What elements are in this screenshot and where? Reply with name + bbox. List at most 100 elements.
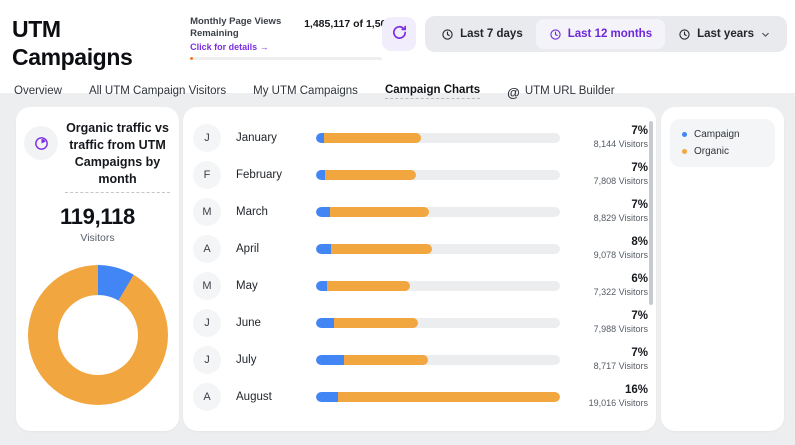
bar-wrap xyxy=(316,392,560,402)
month-rows: J January 7% 8,144 Visitors F February xyxy=(183,107,656,415)
bar-organic-segment xyxy=(325,170,416,180)
bar-campaign-segment xyxy=(316,392,338,402)
bar-campaign-segment xyxy=(316,133,324,143)
bar-campaign-segment xyxy=(316,170,325,180)
legend-item-organic[interactable]: Organic xyxy=(682,146,763,157)
header: UTM Campaigns Monthly Page Views Remaini… xyxy=(0,0,795,93)
vertical-scrollbar[interactable] xyxy=(649,121,653,305)
bar-track xyxy=(316,392,560,402)
summary-title: Organic traffic vs traffic from UTM Camp… xyxy=(65,120,170,193)
month-row: M May 6% 7,322 Visitors xyxy=(193,267,648,304)
legend-dot-campaign xyxy=(682,132,687,137)
month-percent: 6% xyxy=(576,272,648,287)
bar-fill xyxy=(316,170,416,180)
month-label: March xyxy=(236,206,316,218)
bar-fill xyxy=(316,207,429,217)
month-avatar: A xyxy=(193,235,221,263)
legend-card: Campaign Organic xyxy=(661,107,784,431)
bar-organic-segment xyxy=(338,392,560,402)
bar-organic-segment xyxy=(344,355,428,365)
month-visitors: 8,144 Visitors xyxy=(576,139,648,151)
month-avatar: J xyxy=(193,124,221,152)
legend-box: Campaign Organic xyxy=(670,119,775,167)
pageviews-progress-track xyxy=(190,57,382,60)
bar-wrap xyxy=(316,207,560,217)
month-row: J January 7% 8,144 Visitors xyxy=(193,119,648,156)
month-label: January xyxy=(236,132,316,144)
month-visitors: 8,717 Visitors xyxy=(576,361,648,373)
bar-track xyxy=(316,207,560,217)
legend-dot-organic xyxy=(682,149,687,154)
time-filter-group: Last 7 days Last 12 months Last years xyxy=(425,16,787,52)
bar-wrap xyxy=(316,318,560,328)
refresh-icon xyxy=(391,24,408,44)
month-percent: 7% xyxy=(576,161,648,176)
filter-label: Last years xyxy=(697,28,754,40)
donut-hole xyxy=(58,295,138,375)
pageviews-details-link[interactable]: Click for details → xyxy=(190,42,298,52)
bar-campaign-segment xyxy=(316,207,330,217)
month-label: February xyxy=(236,169,316,181)
month-label: July xyxy=(236,354,316,366)
month-row: M March 7% 8,829 Visitors xyxy=(193,193,648,230)
bar-wrap xyxy=(316,355,560,365)
bar-organic-segment xyxy=(324,133,421,143)
total-visitors-label: Visitors xyxy=(16,232,179,244)
month-percent: 7% xyxy=(576,198,648,213)
pageviews-label: Monthly Page Views Remaining xyxy=(190,16,298,40)
legend-item-campaign[interactable]: Campaign xyxy=(682,129,763,140)
month-percent: 7% xyxy=(576,124,648,139)
refresh-button[interactable] xyxy=(382,17,416,51)
filter-label: Last 7 days xyxy=(460,28,523,40)
month-visitors: 7,322 Visitors xyxy=(576,287,648,299)
month-avatar: J xyxy=(193,346,221,374)
bar-fill xyxy=(316,281,410,291)
month-visitors: 9,078 Visitors xyxy=(576,250,648,262)
pie-chart-icon xyxy=(24,126,58,160)
month-percent: 16% xyxy=(576,383,648,398)
bar-wrap xyxy=(316,281,560,291)
donut-chart[interactable] xyxy=(28,265,168,405)
bar-wrap xyxy=(316,244,560,254)
bar-wrap xyxy=(316,170,560,180)
bar-fill xyxy=(316,355,428,365)
bar-fill xyxy=(316,392,560,402)
bar-track xyxy=(316,355,560,365)
bar-wrap xyxy=(316,133,560,143)
month-visitors: 19,016 Visitors xyxy=(576,398,648,410)
bar-organic-segment xyxy=(327,281,410,291)
filter-last-12-months[interactable]: Last 12 months xyxy=(536,19,665,49)
filter-label: Last 12 months xyxy=(568,28,652,40)
clock-icon xyxy=(678,28,691,41)
bar-organic-segment xyxy=(330,207,430,217)
bar-campaign-segment xyxy=(316,281,327,291)
month-row: J July 7% 8,717 Visitors xyxy=(193,341,648,378)
month-visitors: 7,988 Visitors xyxy=(576,324,648,336)
month-row: F February 7% 7,808 Visitors xyxy=(193,156,648,193)
month-avatar: M xyxy=(193,272,221,300)
month-label: April xyxy=(236,243,316,255)
total-visitors-count: 119,118 xyxy=(16,204,179,230)
filter-last-years[interactable]: Last years xyxy=(665,19,784,49)
month-row: A April 8% 9,078 Visitors xyxy=(193,230,648,267)
month-visitors: 7,808 Visitors xyxy=(576,176,648,188)
month-row: A August 16% 19,016 Visitors xyxy=(193,378,648,415)
bar-fill xyxy=(316,318,418,328)
pageviews-block: Monthly Page Views Remaining Click for d… xyxy=(190,16,382,60)
month-avatar: J xyxy=(193,309,221,337)
monthly-chart-card: J January 7% 8,144 Visitors F February xyxy=(183,107,656,431)
bar-organic-segment xyxy=(334,318,418,328)
filter-last-7-days[interactable]: Last 7 days xyxy=(428,19,536,49)
month-avatar: A xyxy=(193,383,221,411)
bar-campaign-segment xyxy=(316,244,331,254)
page-title: UTM Campaigns xyxy=(12,16,168,71)
bar-campaign-segment xyxy=(316,355,344,365)
month-percent: 7% xyxy=(576,346,648,361)
pageviews-progress-fill xyxy=(190,57,193,60)
month-label: May xyxy=(236,280,316,292)
bar-track xyxy=(316,318,560,328)
month-percent: 7% xyxy=(576,309,648,324)
summary-card: Organic traffic vs traffic from UTM Camp… xyxy=(16,107,179,431)
month-percent: 8% xyxy=(576,235,648,250)
bar-fill xyxy=(316,133,421,143)
